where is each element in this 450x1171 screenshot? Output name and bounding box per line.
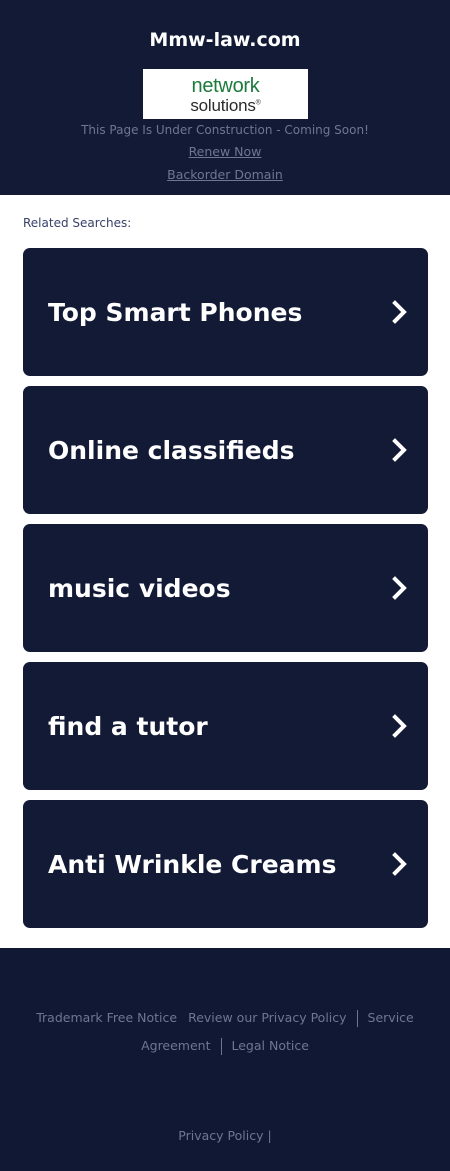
backorder-domain-link[interactable]: Backorder Domain — [0, 167, 450, 182]
privacy-policy-link[interactable]: Privacy Policy — [178, 1128, 263, 1143]
registered-mark: ® — [255, 99, 261, 107]
footer-pipe: | — [267, 1128, 272, 1143]
related-search-label: Top Smart Phones — [48, 297, 303, 327]
related-search-item[interactable]: find a tutor — [23, 662, 428, 790]
footer-links: Trademark Free Notice Review our Privacy … — [20, 1004, 430, 1060]
network-solutions-logo[interactable]: network solutions® — [143, 69, 308, 119]
privacy-policy-review-link[interactable]: Review our Privacy Policy — [188, 1010, 346, 1025]
logo-text-network: network — [191, 75, 260, 97]
related-search-item[interactable]: Top Smart Phones — [23, 248, 428, 376]
logo-text-solutions: solutions® — [190, 96, 261, 115]
chevron-right-icon — [392, 852, 407, 876]
header: Mmw-law.com network solutions® This Page… — [0, 0, 450, 195]
domain-title: Mmw-law.com — [149, 29, 301, 51]
related-search-item[interactable]: Anti Wrinkle Creams — [23, 800, 428, 928]
related-search-label: find a tutor — [48, 711, 208, 741]
related-search-item[interactable]: music videos — [23, 524, 428, 652]
renew-now-link[interactable]: Renew Now — [0, 144, 450, 159]
construction-notice: This Page Is Under Construction - Coming… — [81, 123, 369, 137]
chevron-right-icon — [392, 714, 407, 738]
related-search-item[interactable]: Online classifieds — [23, 386, 428, 514]
chevron-right-icon — [392, 576, 407, 600]
footer-divider — [356, 1010, 358, 1027]
footer-divider — [220, 1038, 222, 1055]
footer: Trademark Free Notice Review our Privacy … — [0, 948, 450, 1171]
bottom-policy: Privacy Policy | — [0, 1128, 450, 1143]
related-searches-section: Related Searches: Top Smart Phones Onlin… — [0, 195, 450, 928]
chevron-right-icon — [392, 300, 407, 324]
legal-notice-link[interactable]: Legal Notice — [232, 1038, 309, 1053]
related-search-label: Online classifieds — [48, 435, 295, 465]
trademark-free-notice-link[interactable]: Trademark Free Notice — [36, 1010, 177, 1025]
related-searches-label: Related Searches: — [23, 216, 132, 230]
related-search-label: music videos — [48, 573, 231, 603]
chevron-right-icon — [392, 438, 407, 462]
related-search-label: Anti Wrinkle Creams — [48, 849, 337, 879]
